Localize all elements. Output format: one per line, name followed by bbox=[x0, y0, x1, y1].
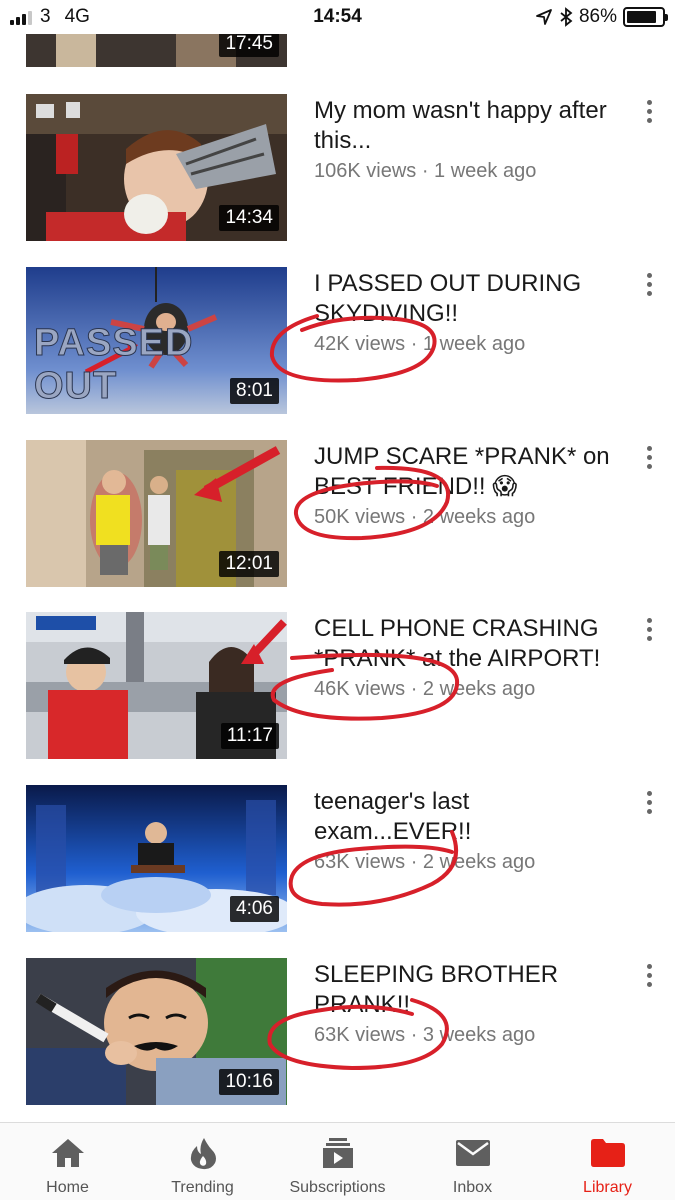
video-item[interactable]: PASSED OUT 8:01 I PASSED OUT DURING SKYD… bbox=[0, 267, 675, 414]
subscriptions-icon bbox=[320, 1135, 356, 1171]
nav-trending[interactable]: Trending bbox=[135, 1123, 270, 1200]
bottom-navigation: Home Trending Subscriptions Inbox Librar… bbox=[0, 1122, 675, 1200]
more-options-icon[interactable] bbox=[638, 787, 660, 817]
video-thumbnail[interactable]: 14:34 bbox=[26, 94, 287, 241]
video-meta: 106K views · 1 week ago bbox=[314, 160, 537, 182]
video-meta: 63K views · 2 weeks ago bbox=[314, 851, 536, 873]
video-item[interactable]: 4:06 teenager's last exam...EVER!! 63K v… bbox=[0, 785, 675, 932]
video-item[interactable]: 14:34 My mom wasn't happy after this... … bbox=[0, 94, 675, 241]
nav-home[interactable]: Home bbox=[0, 1123, 135, 1200]
video-item[interactable]: 11:17 CELL PHONE CRASHING *PRANK* at the… bbox=[0, 612, 675, 759]
video-title[interactable]: CELL PHONE CRASHING *PRANK* at the AIRPO… bbox=[314, 614, 624, 674]
more-options-icon[interactable] bbox=[638, 96, 660, 126]
video-thumbnail[interactable]: 10:16 bbox=[26, 958, 287, 1105]
more-options-icon[interactable] bbox=[638, 614, 660, 644]
video-title[interactable]: JUMP SCARE *PRANK* on BEST FRIEND!! 😱 bbox=[314, 442, 624, 502]
more-options-icon[interactable] bbox=[638, 960, 660, 990]
video-meta: 50K views · 2 weeks ago bbox=[314, 506, 536, 528]
video-thumbnail[interactable]: 12:01 bbox=[26, 440, 287, 587]
video-title[interactable]: SLEEPING BROTHER PRANK!! bbox=[314, 960, 624, 1020]
video-duration: 4:06 bbox=[230, 896, 279, 922]
video-duration: 8:01 bbox=[230, 378, 279, 404]
bluetooth-icon bbox=[560, 7, 573, 27]
status-right: 86% bbox=[535, 6, 668, 28]
video-meta: 42K views · 1 week ago bbox=[314, 333, 526, 355]
battery-percent: 86% bbox=[578, 6, 617, 27]
video-duration: 10:16 bbox=[219, 1069, 279, 1095]
video-thumbnail[interactable]: 11:17 bbox=[26, 612, 287, 759]
video-duration: 17:45 bbox=[219, 31, 279, 57]
video-title[interactable]: I PASSED OUT DURING SKYDIVING!! bbox=[314, 269, 624, 329]
nav-library[interactable]: Library bbox=[540, 1123, 675, 1200]
flame-icon bbox=[185, 1135, 221, 1171]
nav-label: Subscriptions bbox=[289, 1179, 386, 1196]
battery-icon bbox=[623, 7, 668, 27]
more-options-icon[interactable] bbox=[638, 442, 660, 472]
video-title[interactable]: My mom wasn't happy after this... bbox=[314, 96, 624, 156]
video-title[interactable]: teenager's last exam...EVER!! bbox=[314, 787, 624, 847]
video-meta: 63K views · 3 weeks ago bbox=[314, 1024, 536, 1046]
location-arrow-icon bbox=[536, 9, 552, 25]
nav-label: Library bbox=[583, 1179, 632, 1196]
status-bar: 3 4G 14:54 86% bbox=[0, 0, 675, 34]
video-thumbnail[interactable]: PASSED OUT 8:01 bbox=[26, 267, 287, 414]
nav-label: Inbox bbox=[452, 1179, 493, 1196]
nav-subscriptions[interactable]: Subscriptions bbox=[270, 1123, 405, 1200]
more-options-icon[interactable] bbox=[638, 269, 660, 299]
video-duration: 11:17 bbox=[220, 723, 279, 749]
envelope-icon bbox=[455, 1135, 491, 1171]
video-thumbnail[interactable]: 4:06 bbox=[26, 785, 287, 932]
video-item[interactable]: 12:01 JUMP SCARE *PRANK* on BEST FRIEND!… bbox=[0, 440, 675, 587]
battery-level bbox=[627, 11, 657, 23]
video-duration: 14:34 bbox=[219, 205, 279, 231]
video-item[interactable]: 10:16 SLEEPING BROTHER PRANK!! 63K views… bbox=[0, 958, 675, 1105]
folder-icon bbox=[590, 1135, 626, 1171]
nav-label: Trending bbox=[171, 1179, 234, 1196]
home-icon bbox=[50, 1135, 86, 1171]
video-duration: 12:01 bbox=[219, 551, 279, 577]
video-meta: 46K views · 2 weeks ago bbox=[314, 678, 536, 700]
video-list: 17:45 14:34 My mom wasn't happy after th… bbox=[0, 0, 675, 1122]
nav-inbox[interactable]: Inbox bbox=[405, 1123, 540, 1200]
nav-label: Home bbox=[46, 1179, 89, 1196]
